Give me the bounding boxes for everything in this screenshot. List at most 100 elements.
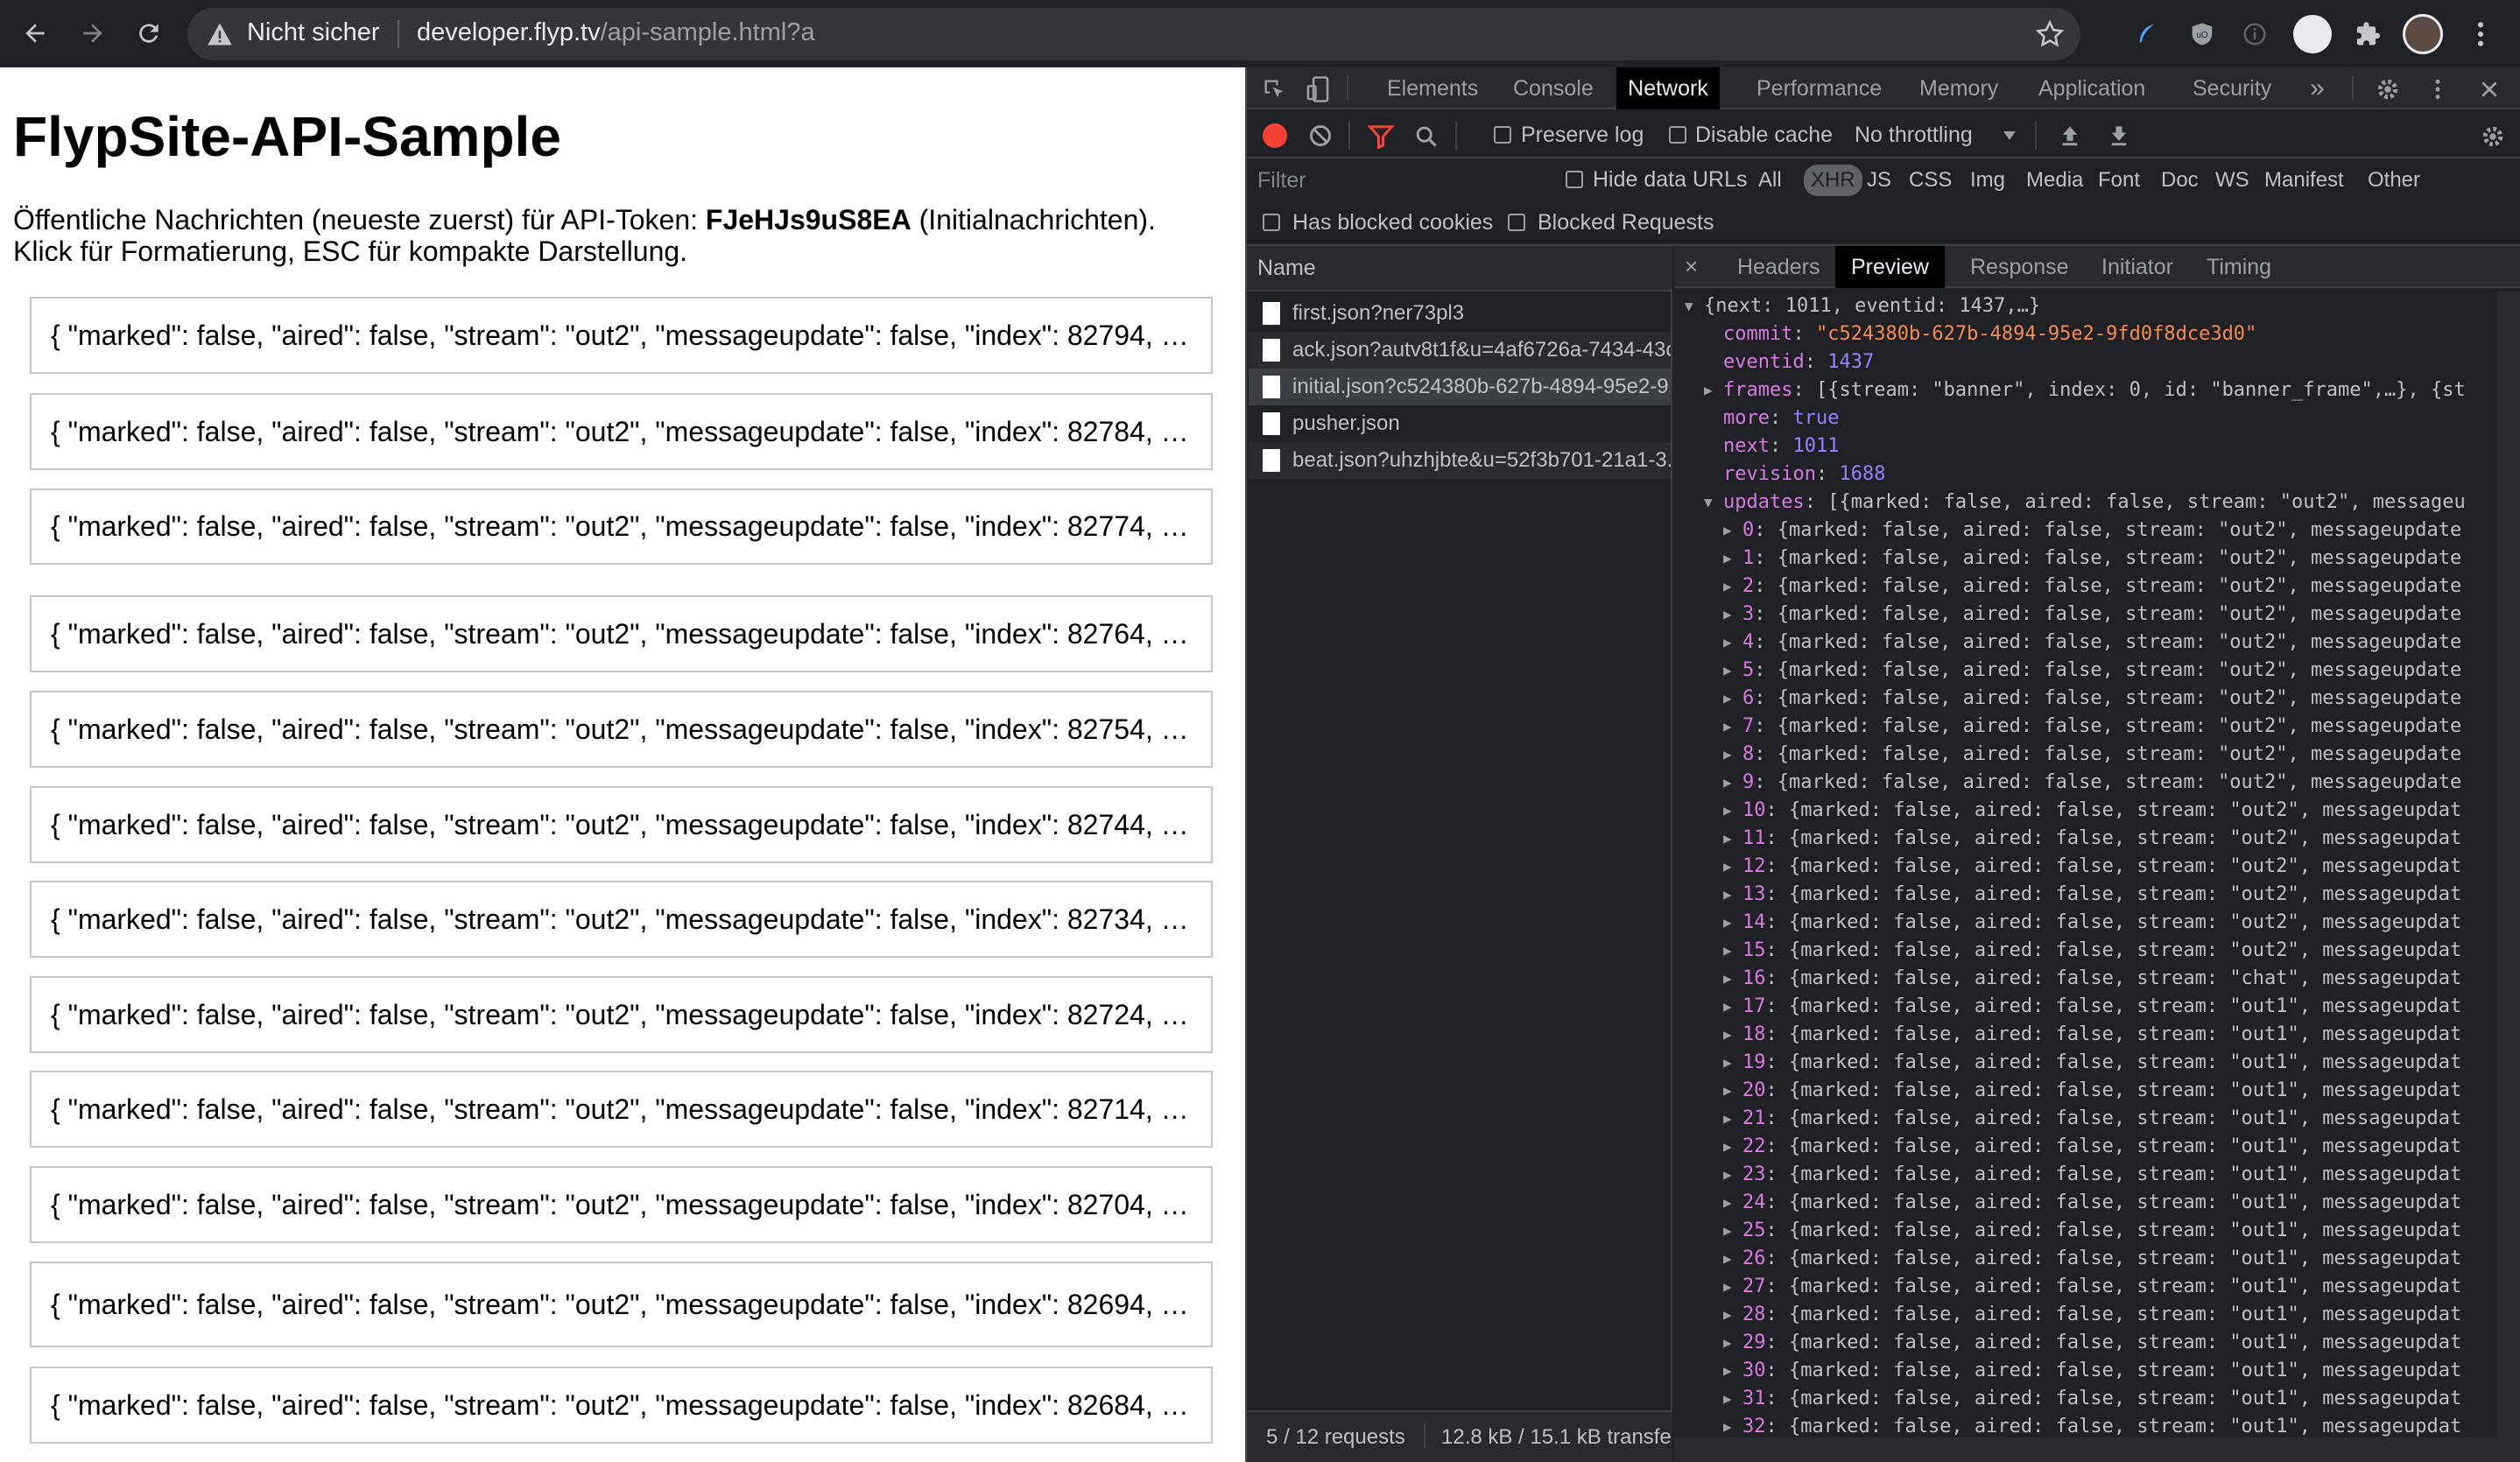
preserve-log-label[interactable]: Preserve log — [1521, 123, 1644, 148]
extension-ublock-icon[interactable]: uO — [2180, 12, 2224, 56]
filter-type-media[interactable]: Media — [2026, 165, 2083, 196]
json-update-item[interactable]: ▶ 18: {marked: false, aired: false, strea… — [1723, 1020, 2461, 1048]
filter-type-manifest[interactable]: Manifest — [2264, 165, 2344, 196]
json-update-item[interactable]: ▶ 29: {marked: false, aired: false, strea… — [1723, 1328, 2461, 1356]
more-tabs-icon[interactable]: » — [2310, 67, 2325, 109]
json-update-item[interactable]: ▶ 24: {marked: false, aired: false, strea… — [1723, 1188, 2461, 1216]
json-update-item[interactable]: ▶ 2: {marked: false, aired: false, stream… — [1723, 572, 2461, 600]
json-update-item[interactable]: ▶ 14: {marked: false, aired: false, strea… — [1723, 908, 2461, 936]
json-update-item[interactable]: ▶ 21: {marked: false, aired: false, strea… — [1723, 1104, 2461, 1132]
preview-scrollbar[interactable] — [2497, 292, 2520, 1462]
message-item[interactable]: { "marked": false, "aired": false, "stre… — [30, 976, 1213, 1053]
filter-icon[interactable] — [1368, 123, 1394, 150]
json-update-item[interactable]: ▶ 8: {marked: false, aired: false, stream… — [1723, 740, 2461, 768]
filter-type-xhr[interactable]: XHR — [1804, 165, 1862, 196]
json-update-item[interactable]: ▶ 0: {marked: false, aired: false, stream… — [1723, 516, 2461, 544]
json-update-item[interactable]: ▶ 32: {marked: false, aired: false, strea… — [1723, 1412, 2461, 1440]
request-row[interactable]: pusher.json — [1249, 405, 1671, 442]
filter-type-js[interactable]: JS — [1867, 165, 1891, 196]
tab-elements[interactable]: Elements — [1387, 67, 1478, 109]
json-update-item[interactable]: ▶ 25: {marked: false, aired: false, strea… — [1723, 1216, 2461, 1244]
message-item[interactable]: { "marked": false, "aired": false, "stre… — [30, 691, 1213, 768]
network-settings-gear-icon[interactable] — [2480, 123, 2506, 150]
json-update-item[interactable]: ▶ 16: {marked: false, aired: false, strea… — [1723, 964, 2461, 992]
star-icon[interactable] — [2035, 19, 2065, 49]
json-update-item[interactable]: ▶ 26: {marked: false, aired: false, strea… — [1723, 1244, 2461, 1272]
disable-cache-checkbox[interactable] — [1669, 126, 1686, 144]
request-row-selected[interactable]: initial.json?c524380b-627b-4894-95e2-9..… — [1249, 369, 1671, 405]
preview-horizontal-scrollbar[interactable] — [1674, 1437, 2497, 1462]
filter-type-css[interactable]: CSS — [1909, 165, 1952, 196]
back-arrow-icon[interactable] — [11, 9, 60, 58]
clear-icon[interactable] — [1308, 123, 1333, 148]
inspect-element-icon[interactable] — [1261, 76, 1287, 102]
request-row[interactable]: ack.json?autv8t1f&u=4af6726a-7434-43c... — [1249, 332, 1671, 369]
message-item[interactable]: { "marked": false, "aired": false, "stre… — [30, 1367, 1213, 1444]
json-update-item[interactable]: ▶ 30: {marked: false, aired: false, strea… — [1723, 1356, 2461, 1384]
devtools-menu-icon[interactable] — [2431, 76, 2445, 102]
extension-info-icon[interactable] — [2233, 12, 2277, 56]
warning-icon[interactable] — [207, 22, 233, 46]
close-detail-icon[interactable]: × — [1685, 253, 1698, 280]
tab-application[interactable]: Application — [2038, 67, 2145, 109]
json-update-item[interactable]: ▶ 20: {marked: false, aired: false, strea… — [1723, 1076, 2461, 1104]
json-update-item[interactable]: ▶ 11: {marked: false, aired: false, strea… — [1723, 824, 2461, 852]
message-item[interactable]: { "marked": false, "aired": false, "stre… — [30, 393, 1213, 470]
url-text[interactable]: developer.flyp.tv/api-sample.html?a — [417, 18, 815, 47]
address-bar[interactable]: Nicht sicher developer.flyp.tv/api-sampl… — [187, 8, 2080, 60]
has-blocked-cookies-label[interactable]: Has blocked cookies — [1292, 210, 1493, 235]
security-label[interactable]: Nicht sicher — [247, 18, 380, 47]
disable-cache-label[interactable]: Disable cache — [1695, 123, 1833, 148]
json-update-item[interactable]: ▶ 15: {marked: false, aired: false, strea… — [1723, 936, 2461, 964]
json-updates[interactable]: ▼ updates: [{marked: false, aired: false,… — [1704, 488, 2466, 516]
json-update-item[interactable]: ▶ 13: {marked: false, aired: false, strea… — [1723, 880, 2461, 908]
extension-feather-icon[interactable] — [2124, 12, 2168, 56]
json-update-item[interactable]: ▶ 17: {marked: false, aired: false, strea… — [1723, 992, 2461, 1020]
request-list-header[interactable]: Name — [1247, 246, 1672, 292]
json-update-item[interactable]: ▶ 1: {marked: false, aired: false, stream… — [1723, 544, 2461, 572]
chevron-down-icon[interactable] — [2000, 127, 2019, 144]
filter-type-other[interactable]: Other — [2368, 165, 2420, 196]
hide-data-urls-checkbox[interactable] — [1566, 171, 1583, 188]
search-icon[interactable] — [1413, 123, 1439, 150]
message-item[interactable]: { "marked": false, "aired": false, "stre… — [30, 1071, 1213, 1148]
message-item[interactable]: { "marked": false, "aired": false, "stre… — [30, 1166, 1213, 1243]
chrome-menu-icon[interactable] — [2459, 12, 2502, 56]
reload-icon[interactable] — [124, 9, 173, 58]
json-update-item[interactable]: ▶ 12: {marked: false, aired: false, strea… — [1723, 852, 2461, 880]
throttling-select[interactable]: No throttling — [1855, 123, 1973, 148]
filter-type-font[interactable]: Font — [2098, 165, 2140, 196]
json-update-item[interactable]: ▶ 23: {marked: false, aired: false, strea… — [1723, 1160, 2461, 1188]
gear-icon[interactable] — [2375, 76, 2401, 102]
filter-type-img[interactable]: Img — [1970, 165, 2005, 196]
detail-tab-response[interactable]: Response — [1954, 246, 2085, 288]
detail-tab-headers[interactable]: Headers — [1721, 246, 1836, 288]
tab-security[interactable]: Security — [2193, 67, 2271, 109]
device-toolbar-icon[interactable] — [1305, 74, 1331, 104]
preserve-log-checkbox[interactable] — [1494, 126, 1511, 144]
json-update-item[interactable]: ▶ 9: {marked: false, aired: false, stream… — [1723, 768, 2461, 796]
json-update-item[interactable]: ▶ 28: {marked: false, aired: false, strea… — [1723, 1300, 2461, 1328]
json-update-item[interactable]: ▶ 7: {marked: false, aired: false, stream… — [1723, 712, 2461, 740]
filter-input[interactable]: Filter — [1254, 165, 1552, 195]
json-update-item[interactable]: ▶ 6: {marked: false, aired: false, stream… — [1723, 684, 2461, 712]
detail-tab-preview[interactable]: Preview — [1835, 246, 1945, 288]
extensions-puzzle-icon[interactable] — [2347, 12, 2390, 56]
message-item[interactable]: { "marked": false, "aired": false, "stre… — [30, 595, 1213, 672]
filter-type-ws[interactable]: WS — [2215, 165, 2249, 196]
has-blocked-cookies-checkbox[interactable] — [1263, 214, 1280, 231]
filter-type-doc[interactable]: Doc — [2161, 165, 2199, 196]
close-icon[interactable] — [2476, 76, 2502, 102]
detail-tab-initiator[interactable]: Initiator — [2086, 246, 2189, 288]
tab-memory[interactable]: Memory — [1919, 67, 1998, 109]
tab-console[interactable]: Console — [1513, 67, 1594, 109]
message-item[interactable]: { "marked": false, "aired": false, "stre… — [30, 489, 1213, 565]
extension-profile-icon[interactable] — [2291, 12, 2334, 56]
json-update-item[interactable]: ▶ 5: {marked: false, aired: false, stream… — [1723, 656, 2461, 684]
import-har-icon[interactable] — [2058, 123, 2082, 148]
blocked-requests-label[interactable]: Blocked Requests — [1538, 210, 1714, 235]
tab-performance[interactable]: Performance — [1756, 67, 1882, 109]
message-item[interactable]: { "marked": false, "aired": false, "stre… — [30, 297, 1213, 374]
export-har-icon[interactable] — [2107, 123, 2131, 148]
json-update-item[interactable]: ▶ 19: {marked: false, aired: false, strea… — [1723, 1048, 2461, 1076]
